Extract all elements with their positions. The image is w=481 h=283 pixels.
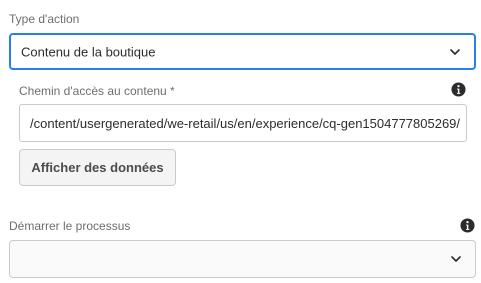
info-icon[interactable]	[460, 218, 475, 233]
chevron-down-icon	[451, 256, 461, 262]
start-process-label: Démarrer le processus	[9, 219, 131, 233]
content-path-input[interactable]: /content/usergenerated/we-retail/us/en/e…	[19, 104, 467, 142]
action-type-label: Type d'action	[9, 12, 80, 26]
show-data-button[interactable]: Afficher des données	[19, 149, 176, 186]
start-process-select[interactable]	[9, 240, 476, 278]
chevron-down-icon	[450, 48, 460, 55]
content-path-label: Chemin d'accès au contenu *	[19, 84, 175, 98]
action-type-select[interactable]: Contenu de la boutique	[9, 33, 476, 70]
content-path-value: /content/usergenerated/we-retail/us/en/e…	[30, 115, 461, 131]
info-icon[interactable]	[451, 82, 466, 97]
action-type-selected-value: Contenu de la boutique	[21, 44, 156, 59]
